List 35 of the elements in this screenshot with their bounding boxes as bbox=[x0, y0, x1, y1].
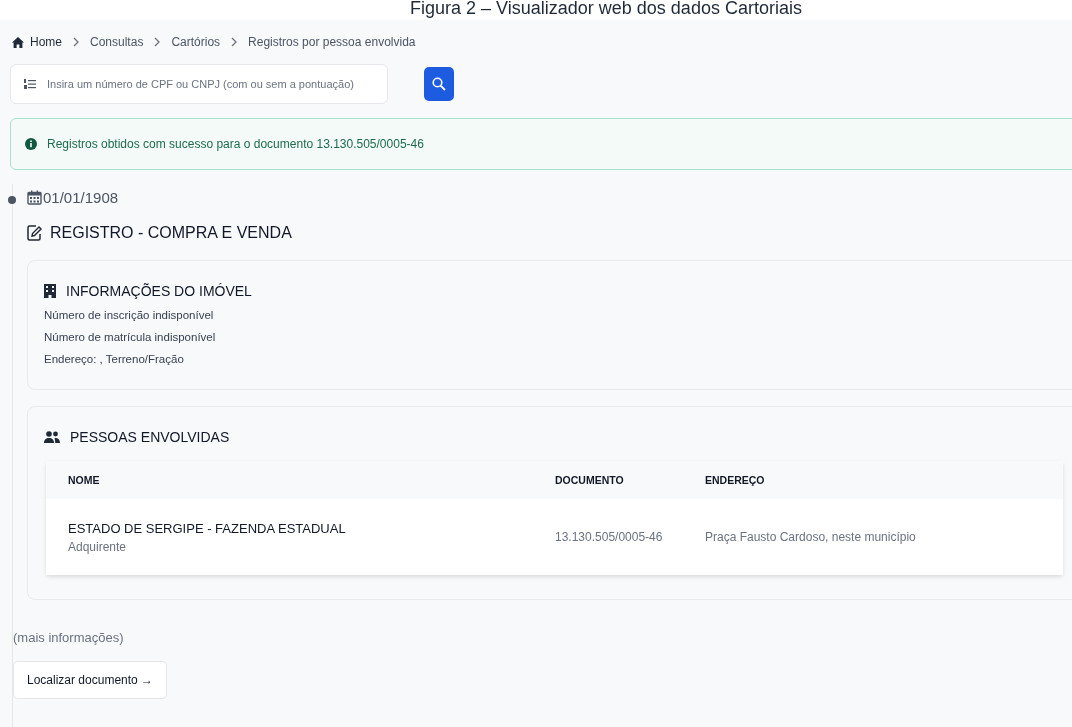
property-detail: Endereço: , Terreno/Fração bbox=[44, 353, 185, 365]
locate-document-button[interactable]: Localizar documento → bbox=[13, 661, 168, 699]
person-role: Adquirente bbox=[68, 539, 128, 554]
table-cell-text: Praça Fausto Cardoso, neste município bbox=[705, 530, 917, 544]
calendar-icon bbox=[27, 190, 42, 205]
section-title: PESSOAS ENVOLVIDAS bbox=[70, 429, 230, 445]
search-button[interactable] bbox=[424, 67, 454, 101]
chevron-icon bbox=[153, 37, 162, 47]
more-info-text: (mais informações) bbox=[13, 630, 125, 645]
search-icon bbox=[432, 77, 446, 91]
breadcrumb-link[interactable]: Cartórios bbox=[171, 35, 221, 49]
building-icon bbox=[44, 284, 56, 298]
timeline-dot bbox=[8, 196, 16, 204]
property-detail: Número de inscrição indisponível bbox=[44, 309, 215, 321]
chevron-icon bbox=[72, 37, 80, 47]
column-header: DOCUMENTO bbox=[555, 474, 625, 486]
alert-message: Registros obtidos com sucesso para o documento 13.130.505/0005-46 bbox=[47, 137, 424, 151]
users-icon bbox=[44, 431, 60, 443]
column-header: NOME bbox=[68, 474, 101, 486]
breadcrumb-current: Registros por pessoa envolvida bbox=[248, 35, 416, 49]
person-name: ESTADO DE SERGIPE - FAZENDA ESTADUAL bbox=[68, 520, 347, 536]
info-icon bbox=[25, 138, 37, 150]
table-cell-text: 13.130.505/0005-46 bbox=[555, 530, 664, 544]
figure-caption: Figura 2 – Visualizador web dos dados Cartoriais bbox=[0, 0, 1072, 20]
section-title: INFORMAÇÕES DO IMÓVEL bbox=[66, 283, 252, 299]
home-icon bbox=[12, 36, 24, 48]
search-field[interactable]: Insira um número de CPF ou CNPJ (com ou sem a pontuação) bbox=[10, 64, 388, 104]
record-date: 01/01/1908 bbox=[43, 189, 119, 206]
column-header: ENDEREÇO bbox=[705, 474, 766, 486]
chevron-icon bbox=[230, 37, 239, 47]
breadcrumb-link[interactable]: Home bbox=[12, 35, 62, 49]
record-title: REGISTRO - COMPRA E VENDA bbox=[50, 224, 292, 242]
breadcrumb-link[interactable]: Consultas bbox=[90, 35, 144, 49]
property-detail: Número de matrícula indisponível bbox=[44, 331, 217, 343]
edit-document-icon bbox=[27, 225, 42, 241]
